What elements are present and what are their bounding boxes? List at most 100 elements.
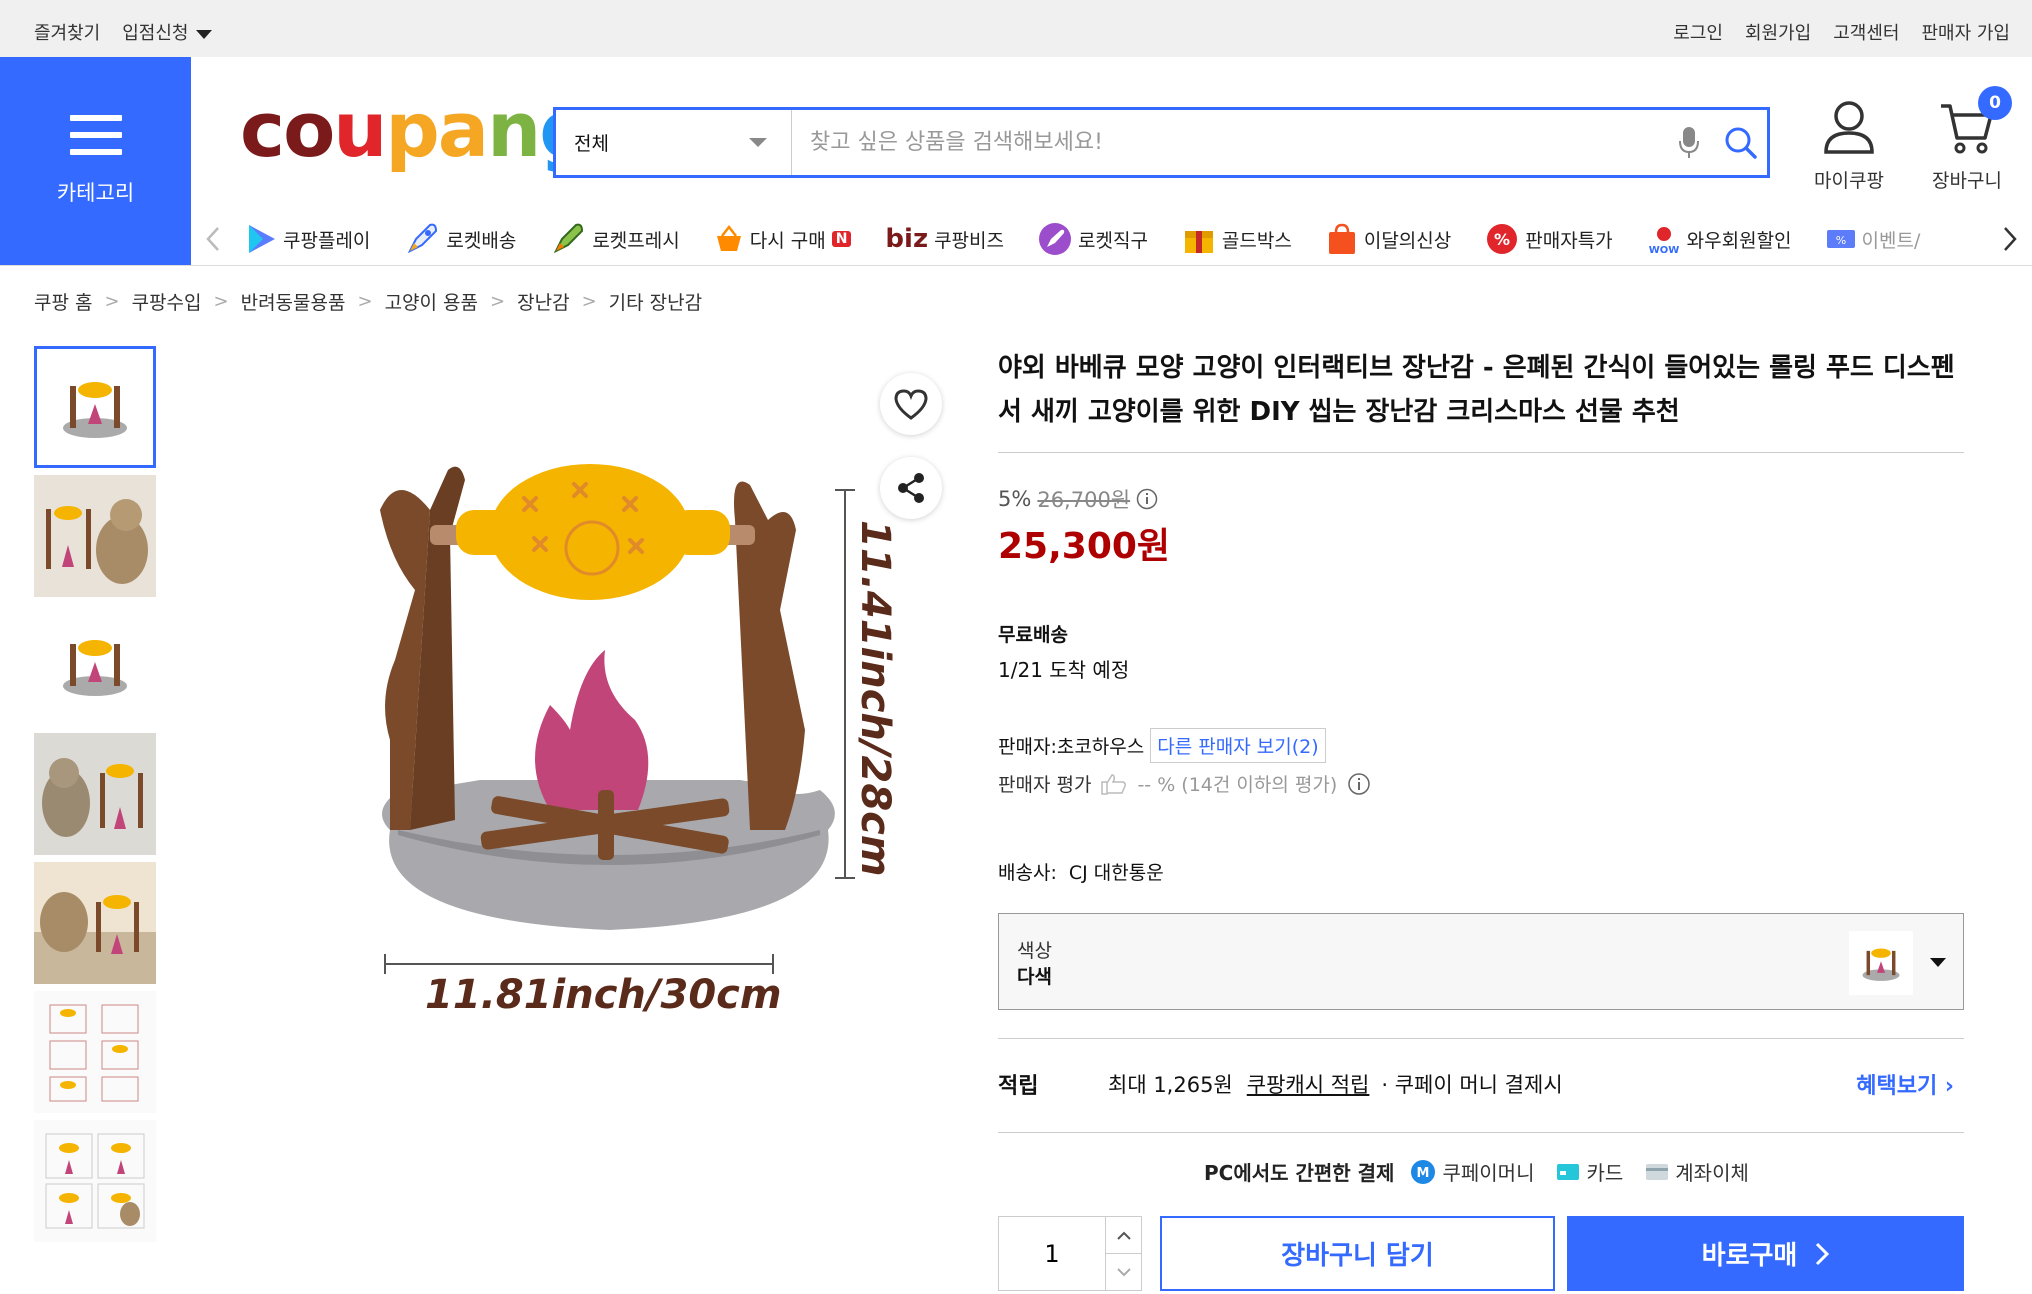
user-icon bbox=[1824, 101, 1874, 154]
nav-prev-arrow[interactable] bbox=[191, 212, 235, 266]
microphone-icon[interactable] bbox=[1663, 110, 1715, 175]
payment-coupay-money: M 쿠페이머니 bbox=[1410, 1157, 1534, 1186]
breadcrumb-item[interactable]: 반려동물용품 bbox=[241, 288, 346, 315]
search-category-select[interactable]: 전체 bbox=[556, 110, 792, 175]
nav-item-events[interactable]: % 이벤트/ bbox=[1826, 226, 1920, 253]
cart-count-badge: 0 bbox=[1978, 86, 2012, 120]
nav-item-label: 와우회원할인 bbox=[1686, 229, 1792, 252]
main-product-image[interactable]: 11.41inch/28cm 11.81inch/30cm bbox=[280, 360, 960, 1040]
divider bbox=[998, 1038, 1964, 1039]
payment-methods: PC에서도 간편한 결제 M 쿠페이머니 카드 계좌이체 bbox=[1204, 1157, 1759, 1186]
wow-icon: WOW bbox=[1648, 227, 1679, 256]
category-button[interactable]: 카테고리 bbox=[0, 57, 191, 265]
payment-bank: 계좌이체 bbox=[1645, 1157, 1749, 1186]
nav-item-coupang-biz[interactable]: biz 쿠팡비즈 bbox=[885, 224, 1004, 254]
nav-item-rocket-fresh[interactable]: 로켓프레시 bbox=[550, 221, 680, 257]
courier-name: CJ 대한통운 bbox=[1068, 862, 1164, 884]
coupang-logo[interactable]: coupang bbox=[240, 92, 594, 168]
cart-label: 장바구니 bbox=[1932, 170, 2002, 192]
nav-item-gold-box[interactable]: 골드박스 bbox=[1182, 222, 1292, 256]
seller-apply-menu[interactable]: 입점신청 bbox=[122, 19, 212, 45]
service-nav: 쿠팡플레이 로켓배송 로켓프레시 다시 구매 N biz 쿠팡비즈 로켓직구 골… bbox=[191, 212, 2032, 266]
buy-now-label: 바로구매 bbox=[1701, 1241, 1798, 1271]
rocket-global-icon bbox=[1039, 223, 1071, 255]
my-coupang-button[interactable]: 마이쿠팡 bbox=[1794, 100, 1904, 193]
nav-item-buy-again[interactable]: 다시 구매 N bbox=[714, 224, 852, 254]
seller-signup-link[interactable]: 판매자 가입 bbox=[1921, 19, 2010, 45]
customer-center-link[interactable]: 고객센터 bbox=[1833, 19, 1899, 45]
breadcrumb-item[interactable]: 쿠팡수입 bbox=[132, 288, 202, 315]
nav-item-label: 쿠팡비즈 bbox=[934, 229, 1004, 252]
seller-rating-label: 판매자 평가 bbox=[998, 774, 1092, 796]
reward-label: 적립 bbox=[998, 1074, 1039, 1099]
divider bbox=[998, 1132, 1964, 1133]
nav-item-label: 골드박스 bbox=[1221, 229, 1292, 252]
benefits-label: 혜택보기 bbox=[1856, 1074, 1938, 1099]
search-icon[interactable] bbox=[1715, 110, 1767, 175]
event-icon: % bbox=[1826, 230, 1855, 248]
wishlist-button[interactable] bbox=[880, 373, 942, 435]
coupay-money-icon: M bbox=[1411, 1159, 1436, 1184]
courier-row: 배송사: CJ 대한통운 bbox=[998, 858, 1164, 885]
nav-item-rocket-delivery[interactable]: 로켓배송 bbox=[404, 221, 516, 257]
payment-bank-label: 계좌이체 bbox=[1675, 1161, 1749, 1185]
reward-max: 최대 1,265원 bbox=[1108, 1073, 1233, 1097]
add-to-cart-button[interactable]: 장바구니 담기 bbox=[1160, 1216, 1555, 1291]
thumbs-up-icon bbox=[1101, 773, 1127, 795]
option-thumbnail bbox=[1849, 931, 1913, 995]
info-icon[interactable] bbox=[1347, 772, 1371, 796]
signup-link[interactable]: 회원가입 bbox=[1745, 19, 1811, 45]
product-thumbnail[interactable] bbox=[34, 733, 156, 855]
quantity-stepper bbox=[998, 1216, 1142, 1291]
chevron-right-icon: > bbox=[104, 291, 120, 312]
coupang-cash-link[interactable]: 쿠팡캐시 적립 bbox=[1247, 1069, 1370, 1099]
quantity-decrease-button[interactable] bbox=[1106, 1253, 1141, 1290]
chevron-right-icon: › bbox=[1944, 1074, 1954, 1099]
nav-item-label: 로켓배송 bbox=[446, 229, 517, 252]
nav-item-coupang-play[interactable]: 쿠팡플레이 bbox=[245, 223, 370, 255]
rocket-fresh-icon bbox=[554, 223, 584, 254]
product-thumbnail[interactable] bbox=[34, 604, 156, 726]
chevron-right-icon: > bbox=[581, 291, 597, 312]
breadcrumb: 쿠팡 홈 > 쿠팡수입 > 반려동물용품 > 고양이 용품 > 장난감 > 기타 장난감 bbox=[34, 288, 702, 315]
height-dimension-label: 11.41inch/28cm bbox=[852, 520, 898, 877]
bookmark-link[interactable]: 즐겨찾기 bbox=[34, 19, 100, 45]
bank-transfer-icon bbox=[1646, 1163, 1669, 1180]
seller-name[interactable]: 초코하우스 bbox=[1057, 732, 1144, 759]
other-sellers-button[interactable]: 다른 판매자 보기(2) bbox=[1150, 728, 1326, 763]
product-thumbnail[interactable] bbox=[34, 991, 156, 1113]
nav-next-arrow[interactable] bbox=[1988, 212, 2032, 266]
payment-card-label: 카드 bbox=[1586, 1161, 1624, 1185]
color-option-select[interactable]: 색상 다색 bbox=[998, 913, 1964, 1010]
play-icon bbox=[249, 225, 275, 253]
nav-item-wow-discount[interactable]: WOW 와우회원할인 bbox=[1647, 222, 1792, 256]
nav-item-rocket-global[interactable]: 로켓직구 bbox=[1038, 222, 1148, 256]
benefits-link[interactable]: 혜택보기 › bbox=[1856, 1068, 1954, 1100]
breadcrumb-item[interactable]: 쿠팡 홈 bbox=[34, 288, 92, 315]
option-label: 색상 bbox=[1017, 940, 1052, 962]
nav-item-label: 로켓직구 bbox=[1078, 229, 1148, 252]
basket-icon bbox=[716, 224, 741, 251]
breadcrumb-item[interactable]: 장난감 bbox=[517, 288, 569, 315]
product-thumbnail[interactable] bbox=[34, 1120, 156, 1242]
quantity-increase-button[interactable] bbox=[1106, 1217, 1141, 1253]
product-thumbnail[interactable] bbox=[34, 346, 156, 468]
search-input[interactable] bbox=[792, 130, 1663, 155]
gold-box-icon bbox=[1184, 231, 1213, 253]
product-thumbnail[interactable] bbox=[34, 862, 156, 984]
nav-item-new-arrivals[interactable]: 이달의신상 bbox=[1326, 222, 1451, 256]
quantity-input[interactable] bbox=[999, 1217, 1105, 1290]
login-link[interactable]: 로그인 bbox=[1673, 19, 1723, 45]
share-button[interactable] bbox=[880, 457, 942, 519]
svg-text:%: % bbox=[1494, 230, 1510, 249]
chevron-down-icon bbox=[1930, 958, 1946, 967]
breadcrumb-item[interactable]: 기타 장난감 bbox=[609, 288, 702, 315]
product-thumbnail[interactable] bbox=[34, 475, 156, 597]
chevron-down-icon bbox=[1116, 1267, 1131, 1276]
breadcrumb-item[interactable]: 고양이 용품 bbox=[385, 288, 478, 315]
buy-now-button[interactable]: 바로구매 bbox=[1567, 1216, 1964, 1291]
search-bar: 전체 bbox=[553, 107, 1770, 178]
info-icon[interactable] bbox=[1136, 488, 1158, 510]
nav-item-seller-deals[interactable]: % 판매자특가 bbox=[1485, 222, 1613, 256]
caret-down-icon bbox=[195, 29, 212, 39]
